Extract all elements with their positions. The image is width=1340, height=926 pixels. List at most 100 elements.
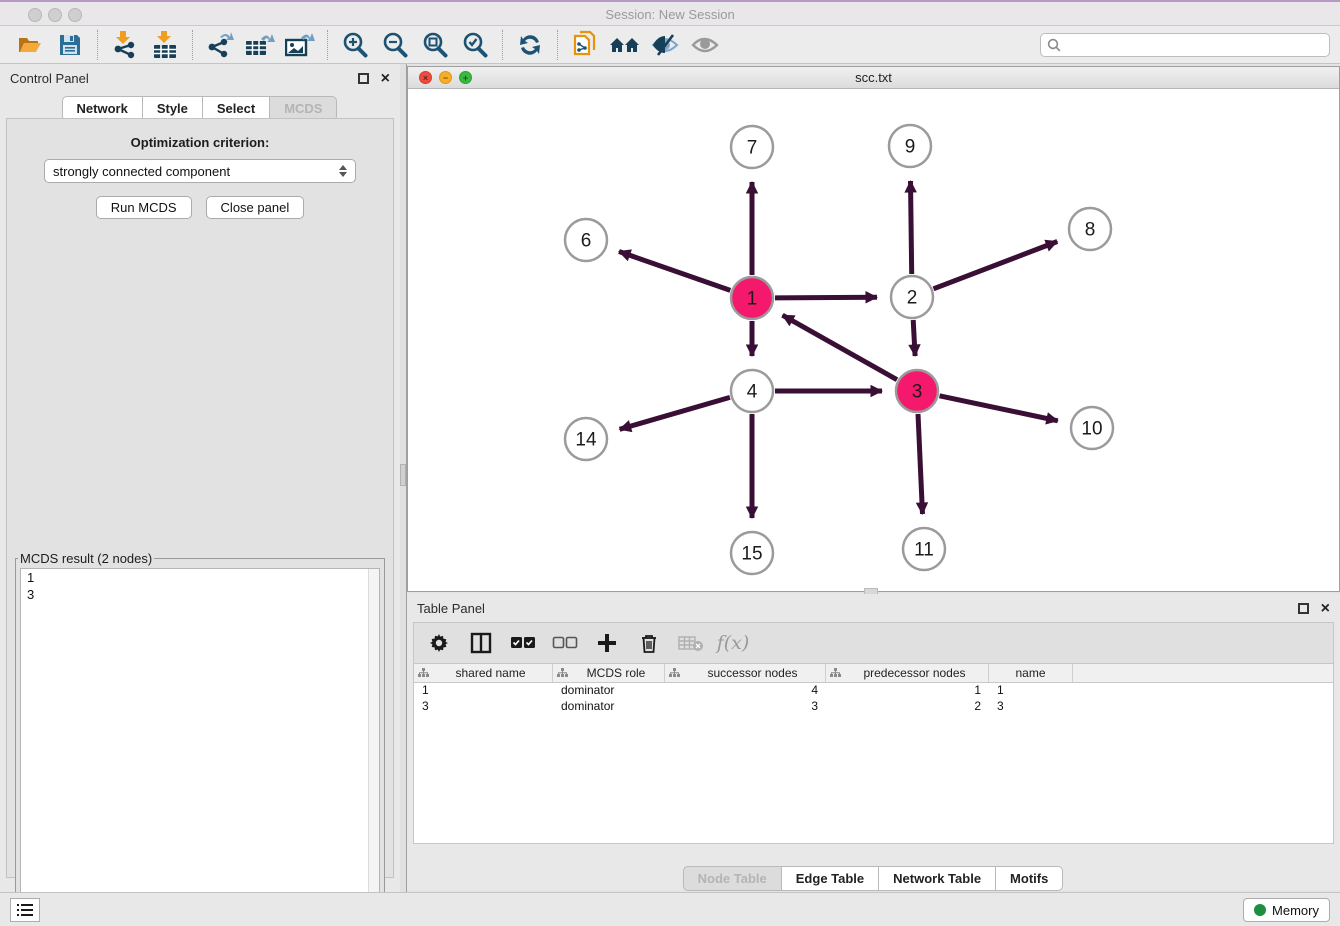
svg-text:2: 2 <box>907 288 918 309</box>
svg-text:10: 10 <box>1081 419 1102 440</box>
control-panel-float-icon[interactable] <box>358 73 369 84</box>
search-input[interactable] <box>1066 38 1323 52</box>
table-row[interactable]: 3dominator323 <box>414 699 1333 715</box>
table-cell[interactable]: 1 <box>989 683 1073 699</box>
table-cell[interactable]: dominator <box>553 699 665 715</box>
hide-selected-eye-icon[interactable] <box>645 29 685 61</box>
table-panel-close-icon[interactable]: × <box>1321 603 1330 614</box>
refresh-icon[interactable] <box>510 29 550 61</box>
delete-column-trash-icon[interactable] <box>636 630 662 656</box>
graph-edge-3-1[interactable] <box>783 315 898 380</box>
graph-node-7[interactable]: 7 <box>731 126 773 168</box>
main-toolbar <box>0 26 1340 64</box>
first-neighbors-icon[interactable] <box>605 29 645 61</box>
optimization-criterion-value: strongly connected component <box>53 164 230 179</box>
graph-node-9[interactable]: 9 <box>889 125 931 167</box>
list-icon <box>17 903 33 917</box>
add-column-icon[interactable] <box>594 630 620 656</box>
graph-node-11[interactable]: 11 <box>903 528 945 570</box>
search-box[interactable] <box>1040 33 1330 57</box>
open-session-icon[interactable] <box>10 29 50 61</box>
graph-edge-1-2[interactable] <box>775 297 877 298</box>
zoom-in-icon[interactable] <box>335 29 375 61</box>
memory-button[interactable]: Memory <box>1243 898 1330 922</box>
unselect-all-columns-icon[interactable] <box>552 630 578 656</box>
table-panel-float-icon[interactable] <box>1298 603 1309 614</box>
svg-text:11: 11 <box>914 540 934 561</box>
zoom-out-icon[interactable] <box>375 29 415 61</box>
column-header-MCDS-role[interactable]: MCDS role <box>553 664 665 682</box>
import-network-icon[interactable] <box>105 29 145 61</box>
graph-node-14[interactable]: 14 <box>565 418 607 460</box>
export-image-icon[interactable] <box>280 29 320 61</box>
delete-table-icon[interactable] <box>678 630 704 656</box>
tab-edge-table[interactable]: Edge Table <box>781 866 879 891</box>
column-header-shared-name[interactable]: shared name <box>414 664 553 682</box>
function-builder-icon[interactable]: f(x) <box>720 630 746 656</box>
graph-node-10[interactable]: 10 <box>1071 407 1113 449</box>
run-mcds-button[interactable]: Run MCDS <box>96 196 192 219</box>
svg-text:4: 4 <box>747 382 758 403</box>
svg-text:1: 1 <box>747 289 758 310</box>
tab-network-table[interactable]: Network Table <box>878 866 996 891</box>
table-cell[interactable]: 1 <box>414 683 553 699</box>
table-cell[interactable]: 4 <box>665 683 826 699</box>
select-all-columns-icon[interactable] <box>510 630 536 656</box>
show-all-eye-icon[interactable] <box>685 29 725 61</box>
graph-node-2[interactable]: 2 <box>891 276 933 318</box>
column-header-predecessor-nodes[interactable]: predecessor nodes <box>826 664 989 682</box>
graph-edge-4-14[interactable] <box>620 397 730 429</box>
graph-edge-1-6[interactable] <box>619 252 730 291</box>
session-title: Session: New Session <box>0 7 1340 22</box>
table-settings-gear-icon[interactable] <box>426 630 452 656</box>
panel-splitter[interactable] <box>400 64 407 892</box>
node-table: shared nameMCDS rolesuccessor nodesprede… <box>413 664 1334 844</box>
table-cell[interactable]: 3 <box>665 699 826 715</box>
graph-edge-2-8[interactable] <box>934 242 1058 289</box>
column-header-successor-nodes[interactable]: successor nodes <box>665 664 826 682</box>
svg-text:9: 9 <box>905 137 916 158</box>
import-table-icon[interactable] <box>145 29 185 61</box>
graph-edge-2-9[interactable] <box>911 181 912 274</box>
table-cell[interactable]: 3 <box>414 699 553 715</box>
graph-node-15[interactable]: 15 <box>731 532 773 574</box>
graph-edge-3-11[interactable] <box>918 414 923 514</box>
task-history-button[interactable] <box>10 898 40 922</box>
graph-node-4[interactable]: 4 <box>731 370 773 412</box>
table-cell[interactable]: dominator <box>553 683 665 699</box>
save-session-icon[interactable] <box>50 29 90 61</box>
network-view-window: × − + scc.txt 7 9 6 8 1 2 4 3 14 10 15 11 <box>407 66 1340 592</box>
table-cell[interactable]: 1 <box>826 683 989 699</box>
column-header-name[interactable]: name <box>989 664 1073 682</box>
graph-node-8[interactable]: 8 <box>1069 208 1111 250</box>
graph-edge-3-10[interactable] <box>940 396 1058 421</box>
optimization-criterion-select[interactable]: strongly connected component <box>44 159 356 183</box>
table-tabs: Node Table Edge Table Network Table Moti… <box>407 866 1340 891</box>
network-window-titlebar[interactable]: × − + scc.txt <box>408 67 1339 89</box>
control-panel-close-icon[interactable]: × <box>381 73 390 84</box>
memory-status-icon <box>1254 904 1266 916</box>
export-table-icon[interactable] <box>240 29 280 61</box>
table-cell[interactable]: 3 <box>989 699 1073 715</box>
network-canvas[interactable]: 7 9 6 8 1 2 4 3 14 10 15 11 <box>408 89 1339 591</box>
network-graph[interactable]: 7 9 6 8 1 2 4 3 14 10 15 11 <box>408 89 1339 591</box>
result-item[interactable]: 1 <box>21 569 379 586</box>
result-item[interactable]: 3 <box>21 586 379 603</box>
tab-node-table[interactable]: Node Table <box>683 866 782 891</box>
graph-edge-2-3[interactable] <box>913 320 915 356</box>
search-icon <box>1047 38 1061 52</box>
graph-node-6[interactable]: 6 <box>565 219 607 261</box>
graph-node-1[interactable]: 1 <box>731 277 773 319</box>
new-network-from-selection-icon[interactable] <box>565 29 605 61</box>
result-scrollbar[interactable] <box>368 569 379 921</box>
tab-motifs[interactable]: Motifs <box>995 866 1063 891</box>
mcds-result-list[interactable]: 13 <box>20 568 380 922</box>
table-row[interactable]: 1dominator411 <box>414 683 1333 699</box>
graph-node-3[interactable]: 3 <box>896 370 938 412</box>
export-network-icon[interactable] <box>200 29 240 61</box>
column-view-icon[interactable] <box>468 630 494 656</box>
table-cell[interactable]: 2 <box>826 699 989 715</box>
close-panel-button[interactable]: Close panel <box>206 196 305 219</box>
zoom-fit-icon[interactable] <box>415 29 455 61</box>
zoom-selected-icon[interactable] <box>455 29 495 61</box>
